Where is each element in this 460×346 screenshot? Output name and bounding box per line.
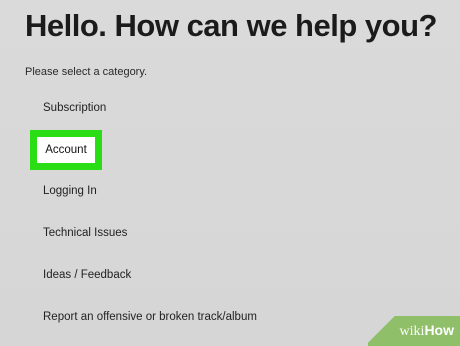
wikihow-watermark: wikiHow <box>368 316 460 346</box>
category-report-content[interactable]: Report an offensive or broken track/albu… <box>43 311 257 323</box>
category-account[interactable]: Account <box>37 137 95 163</box>
category-ideas-feedback[interactable]: Ideas / Feedback <box>43 269 131 281</box>
category-prompt: Please select a category. <box>25 66 148 78</box>
category-label: Logging In <box>43 185 97 197</box>
category-label: Subscription <box>43 102 107 114</box>
category-subscription[interactable]: Subscription <box>43 102 106 114</box>
category-logging-in[interactable]: Logging In <box>43 185 97 197</box>
help-page: Hello. How can we help you? Please selec… <box>0 0 460 346</box>
watermark-text: wikiHow <box>400 322 454 340</box>
category-label: Technical Issues <box>43 227 128 239</box>
category-label: Ideas / Feedback <box>43 269 132 281</box>
category-label: Account <box>45 144 87 156</box>
watermark-prefix: wiki <box>399 324 425 339</box>
category-label: Report an offensive or broken track/albu… <box>43 311 257 323</box>
watermark-suffix: How <box>424 322 454 338</box>
category-account-highlight[interactable]: Account <box>30 130 102 170</box>
category-technical-issues[interactable]: Technical Issues <box>43 227 127 239</box>
page-title: Hello. How can we help you? <box>25 8 437 43</box>
